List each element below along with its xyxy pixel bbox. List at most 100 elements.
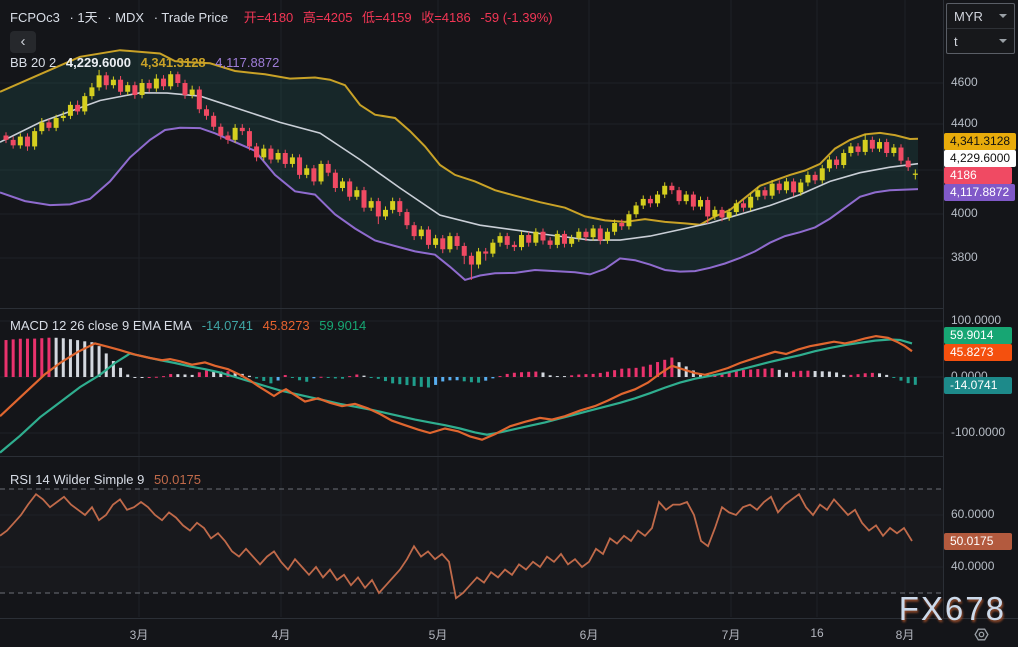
macd-hist-bar [549,375,552,377]
macd-hist-bar [176,374,179,377]
macd-legend[interactable]: MACD 12 26 close 9 EMA EMA -14.0741 45.8… [10,318,372,333]
pane-separator[interactable] [0,308,943,309]
macd-line-value: 45.8273 [263,318,310,333]
fx678-watermark: FX678 [899,590,1006,628]
candle [641,199,646,206]
price-axis-label: 4400 [951,116,978,130]
candle [340,181,345,188]
candle [741,203,746,207]
macd-hist-bar [878,373,881,377]
macd-hist-bar [248,376,251,377]
macd-hist-bar [592,374,595,377]
unit-dropdown[interactable]: t [947,28,1014,53]
macd-hist-bar [427,377,430,387]
macd-hist-bar [277,377,280,381]
currency-dropdown[interactable]: MYR [947,4,1014,28]
macd-hist-bar [663,360,666,377]
candle [899,148,904,161]
candle [619,223,624,226]
macd-hist-bar [262,377,265,381]
macd-hist-bar [599,373,602,377]
candle [211,116,216,127]
macd-hist-bar [355,374,358,377]
macd-axis-label: -100.0000 [951,425,1005,439]
symbol-title[interactable]: FCPOc3 · 1天 · MDX · Trade Price [10,10,234,25]
macd-hist-bar [420,377,423,387]
candle [125,85,130,92]
ohlc-low: 低=4159 [362,10,412,25]
macd-hist-value: -14.0741 [202,318,253,333]
candle [404,212,409,225]
rsi-legend[interactable]: RSI 14 Wilder Simple 9 50.0175 [10,472,207,487]
candle [770,184,775,196]
candle [469,256,474,265]
candle [848,146,853,153]
candle [54,118,59,128]
candle [326,164,331,173]
candle [906,161,911,168]
bb-lower-value: 4,117.8872 [215,55,279,70]
macd-hist-bar [98,346,101,377]
candle [433,238,438,245]
time-axis-label: 8月 [896,626,915,643]
bb-upper-value: 4,341.3128 [141,55,206,70]
macd-hist-bar [162,376,165,377]
candle [605,232,610,241]
rsi-legend-title: RSI 14 Wilder Simple 9 [10,472,144,487]
macd-hist-bar [570,375,573,377]
macd-hist-bar [627,368,630,377]
price-axis-label: 3800 [951,250,978,264]
macd-hist-bar [5,340,8,377]
macd-hist-bar [649,365,652,377]
candle [111,80,116,85]
candle [505,236,510,245]
candle [541,232,546,241]
macd-hist-bar [484,377,487,381]
macd-hist-bar [477,377,480,383]
price-axis-label: 4000 [951,206,978,220]
price-scale[interactable]: 46004400400038004,341.31284,229.60004186… [944,0,1018,617]
time-axis-label: 4月 [272,626,291,643]
candle [61,116,66,118]
macd-hist-bar [284,375,287,377]
candle [397,201,402,212]
time-axis-label: 16 [810,626,823,640]
macd-hist-bar [269,377,272,383]
time-scale[interactable]: 3月4月5月6月7月168月 [0,618,1018,647]
candle [455,236,460,246]
macd-hist-bar [771,368,774,377]
candle [68,105,73,116]
macd-hist-bar [914,377,917,385]
macd-hist-bar [584,374,587,377]
macd-hist-bar [405,377,408,385]
macd-hist-bar [799,371,802,377]
macd-hist-bar [33,339,36,377]
macd-hist-bar [384,377,387,381]
macd-hist-bar [76,340,79,377]
back-button[interactable]: ‹ [10,31,36,53]
gear-icon[interactable] [973,626,990,643]
macd-hist-bar [892,377,895,378]
macd-hist-bar [119,368,122,377]
macd-hist-bar [320,377,323,378]
macd-hist-bar [606,372,609,377]
unit-value: t [954,34,958,49]
price-pane-canvas[interactable] [0,0,943,308]
rsi-axis-label: 40.0000 [951,559,994,573]
macd-hist-bar [305,377,308,382]
macd-hist-bar [105,353,108,377]
candle [190,90,195,95]
pane-separator[interactable] [0,456,943,457]
ohlc-high: 高=4205 [303,10,353,25]
candle [46,122,51,127]
bb-legend[interactable]: BB 20 2 4,229.6000 4,341.3128 4,117.8872 [10,55,285,70]
macd-hist-bar [821,371,824,377]
macd-hist-bar [19,339,22,377]
candle [562,234,567,244]
macd-hist-bar [184,374,187,377]
macd-hist-bar [334,377,337,378]
candle [383,210,388,217]
bb-legend-title: BB 20 2 [10,55,56,70]
macd-hist-bar [513,373,516,377]
candle [791,181,796,192]
